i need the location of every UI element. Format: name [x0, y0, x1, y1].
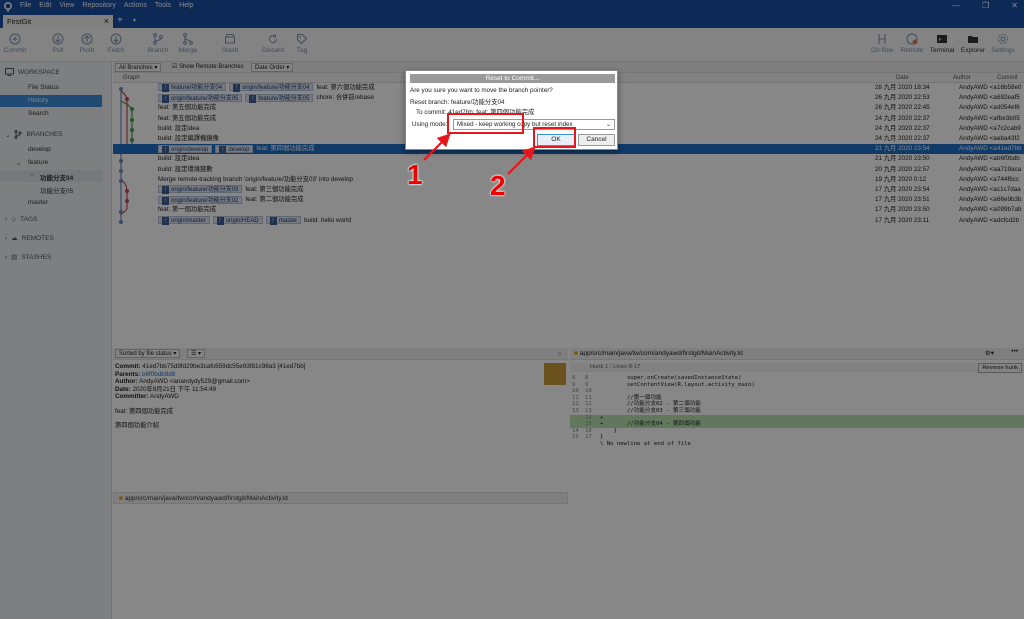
annotation-step-2: 2 — [490, 170, 506, 201]
annotation-step-1: 1 — [407, 159, 423, 190]
annotation-arrows — [423, 133, 536, 175]
